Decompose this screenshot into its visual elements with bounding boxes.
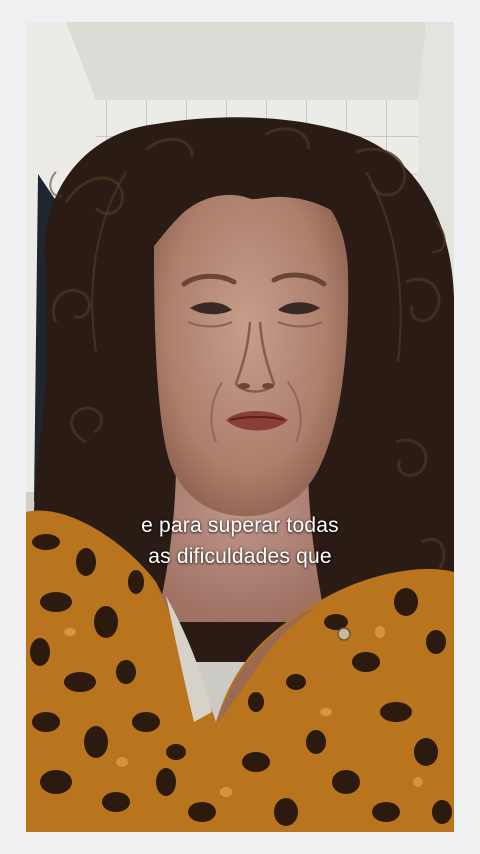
video-scene (26, 22, 454, 832)
subtitle-captions: e para superar todas as dificuldades que (26, 510, 454, 572)
ceiling (66, 22, 426, 100)
caption-line-2: as dificuldades que (148, 545, 332, 568)
face (153, 172, 349, 517)
blouse-button (337, 627, 351, 641)
caption-line-1: e para superar todas (141, 514, 339, 537)
video-frame[interactable]: e para superar todas as dificuldades que (26, 22, 454, 832)
